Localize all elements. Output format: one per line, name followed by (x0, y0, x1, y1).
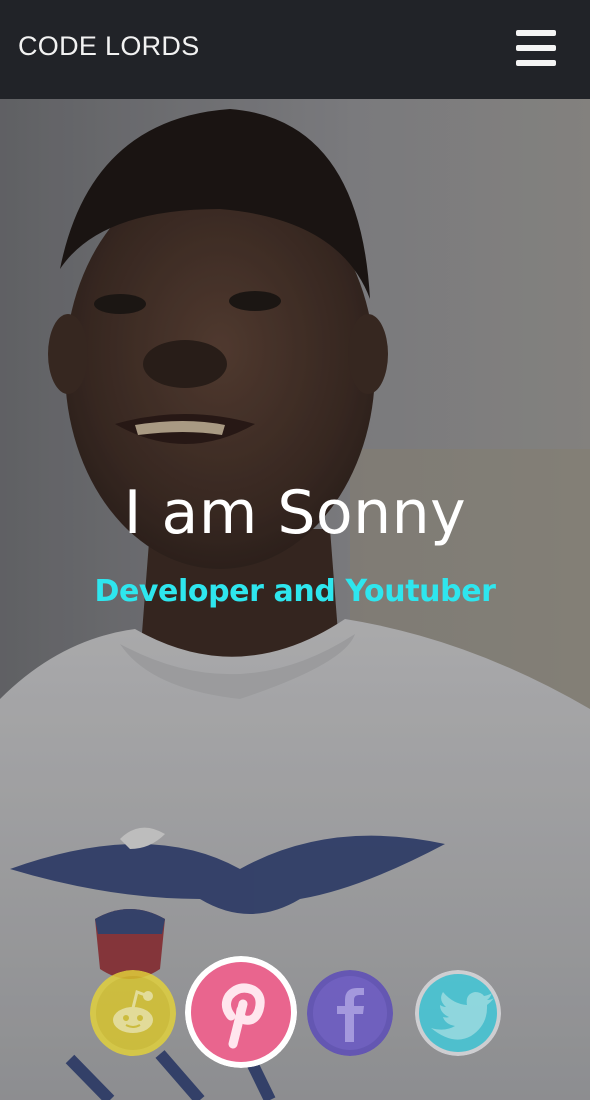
reddit-icon (90, 970, 176, 1056)
pinterest-link[interactable] (185, 956, 297, 1068)
facebook-icon (307, 970, 393, 1056)
page: CODE LORDS I am Sonny Developer and Yout… (0, 0, 590, 1100)
hamburger-menu-icon[interactable] (512, 26, 560, 70)
hero-title: I am Sonny (123, 478, 467, 548)
twitter-icon (415, 970, 501, 1056)
hamburger-bar (516, 45, 556, 51)
brand-logo-text[interactable]: CODE LORDS (18, 31, 200, 62)
hamburger-bar (516, 30, 556, 36)
reddit-link[interactable] (90, 970, 176, 1056)
hero-subtitle: Developer and Youtuber (94, 574, 496, 609)
twitter-link[interactable] (415, 970, 501, 1056)
hamburger-bar (516, 60, 556, 66)
pinterest-icon (185, 956, 297, 1068)
facebook-link[interactable] (307, 970, 393, 1056)
navbar: CODE LORDS (0, 0, 590, 99)
